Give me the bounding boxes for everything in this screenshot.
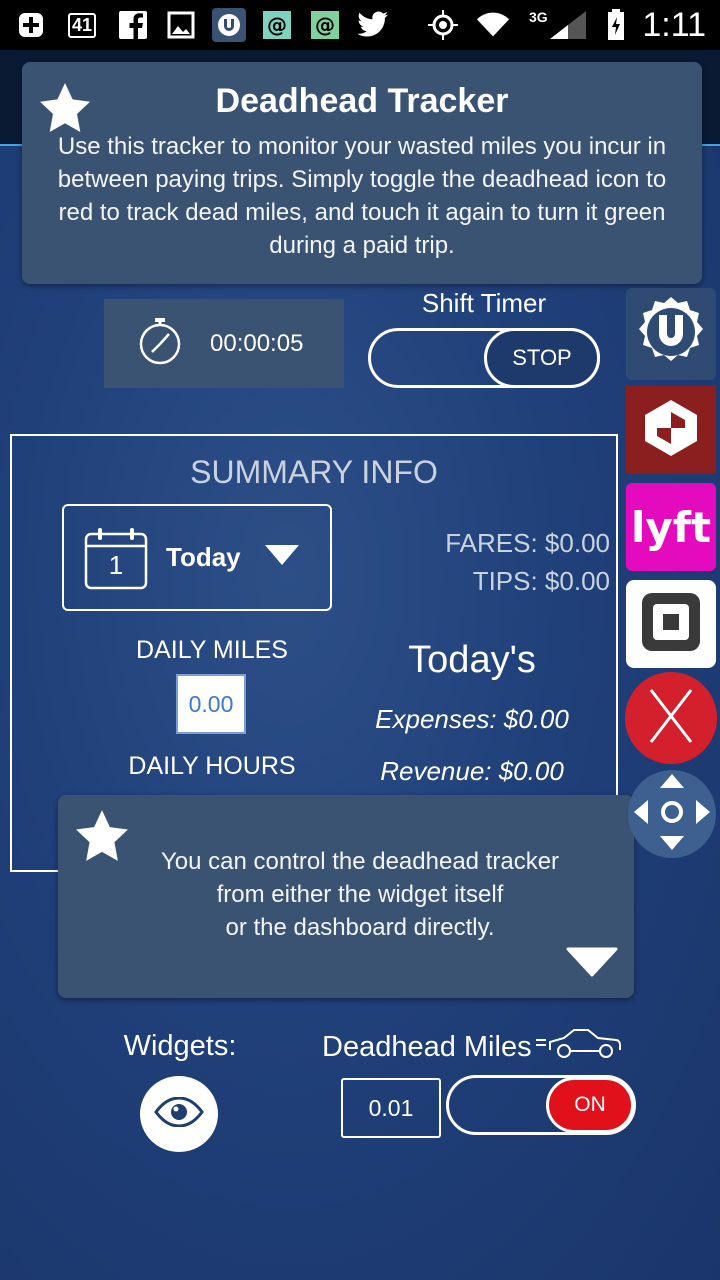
email-icon: @ (260, 8, 294, 42)
tooltip-body: You can control the deadhead tracker fro… (108, 845, 612, 944)
counter-badge-icon: 41 (62, 8, 102, 42)
uber-driver-icon (212, 8, 246, 42)
chevron-down-icon[interactable] (566, 947, 618, 982)
widgets-label: Widgets: (123, 1030, 237, 1062)
deadhead-toggle[interactable]: ON (446, 1075, 636, 1135)
tooltip-title: Deadhead Tracker (215, 82, 509, 120)
daily-miles-label: DAILY MILES (136, 636, 288, 664)
shift-timer-label: Shift Timer (421, 288, 547, 318)
timer-value: 00:00:05 (210, 329, 304, 357)
todays-heading: Today's (408, 639, 536, 681)
deadhead-miles-value: 0.01 (341, 1078, 441, 1138)
revenue-value: Revenue: $0.00 (380, 756, 564, 786)
svg-text:@: @ (315, 13, 335, 37)
email-icon-2: @ (308, 8, 342, 42)
chevron-down-icon (264, 545, 299, 570)
date-range-label: Today (166, 542, 241, 572)
tooltip-line-2: from either the widget itself (216, 881, 504, 908)
drag-handle[interactable] (628, 770, 716, 858)
elapsed-timer: 00:00:05 (104, 299, 344, 388)
control-tooltip[interactable]: You can control the deadhead tracker fro… (58, 795, 634, 998)
summary-title: SUMMARY INFO (190, 454, 438, 490)
cube-app-shortcut[interactable] (626, 386, 716, 474)
clock: 1:11 (642, 5, 706, 44)
tooltip-line-3: or the dashboard directly. (225, 914, 495, 941)
move-icon (632, 772, 712, 857)
date-range-dropdown[interactable]: 1 Today (62, 504, 332, 611)
gps-icon (426, 8, 460, 42)
status-bar: 41 @ @ 3G 1:11 (0, 0, 720, 50)
calendar-icon: 1 (84, 526, 148, 590)
lyft-logo: lyft (630, 502, 712, 552)
uber-app-shortcut[interactable] (626, 288, 716, 380)
square-app-shortcut[interactable] (626, 580, 716, 668)
stopwatch-icon (136, 316, 184, 371)
cube-logo-icon (641, 398, 701, 463)
tips-value: TIPS: $0.00 (472, 566, 610, 596)
facebook-icon (116, 8, 150, 42)
gallery-icon (164, 8, 198, 42)
cell-signal-icon: 3G (526, 8, 590, 42)
shift-timer-toggle[interactable]: STOP (368, 328, 600, 388)
fares-value: FARES: $0.00 (445, 528, 610, 558)
tooltip-body: Use this tracker to monitor your wasted … (57, 133, 667, 259)
tooltip-line-1: You can control the deadhead tracker (160, 848, 560, 875)
counter-badge-text: 41 (67, 12, 97, 38)
calendar-day: 1 (108, 549, 124, 580)
lyft-app-shortcut[interactable]: lyft (626, 483, 716, 571)
widget-visibility-button[interactable] (140, 1076, 218, 1152)
square-logo-icon (640, 591, 702, 658)
network-type-text: 3G (529, 9, 548, 25)
svg-text:@: @ (267, 13, 287, 37)
deadhead-miles-label: Deadhead Miles (322, 1026, 626, 1068)
daily-miles-input[interactable]: 0.00 (176, 674, 246, 734)
fares-tips: FARES: $0.00 TIPS: $0.00 (445, 524, 610, 600)
wifi-icon (476, 8, 510, 42)
uber-gear-icon (632, 293, 710, 376)
add-notification-icon (14, 8, 48, 42)
intro-tooltip[interactable]: Deadhead Tracker Use this tracker to mon… (22, 62, 702, 284)
battery-icon (606, 8, 626, 42)
close-shortcuts-button[interactable] (625, 672, 717, 764)
deadhead-miles-text: Deadhead Miles (322, 1030, 532, 1063)
close-icon (645, 686, 697, 751)
stop-button[interactable]: STOP (484, 328, 600, 388)
eye-icon (154, 1095, 204, 1132)
daily-hours-label: DAILY HOURS (128, 752, 296, 780)
car-icon (534, 1026, 626, 1068)
deadhead-on-button[interactable]: ON (546, 1077, 634, 1133)
expenses-value: Expenses: $0.00 (375, 704, 569, 734)
twitter-icon (356, 8, 390, 42)
